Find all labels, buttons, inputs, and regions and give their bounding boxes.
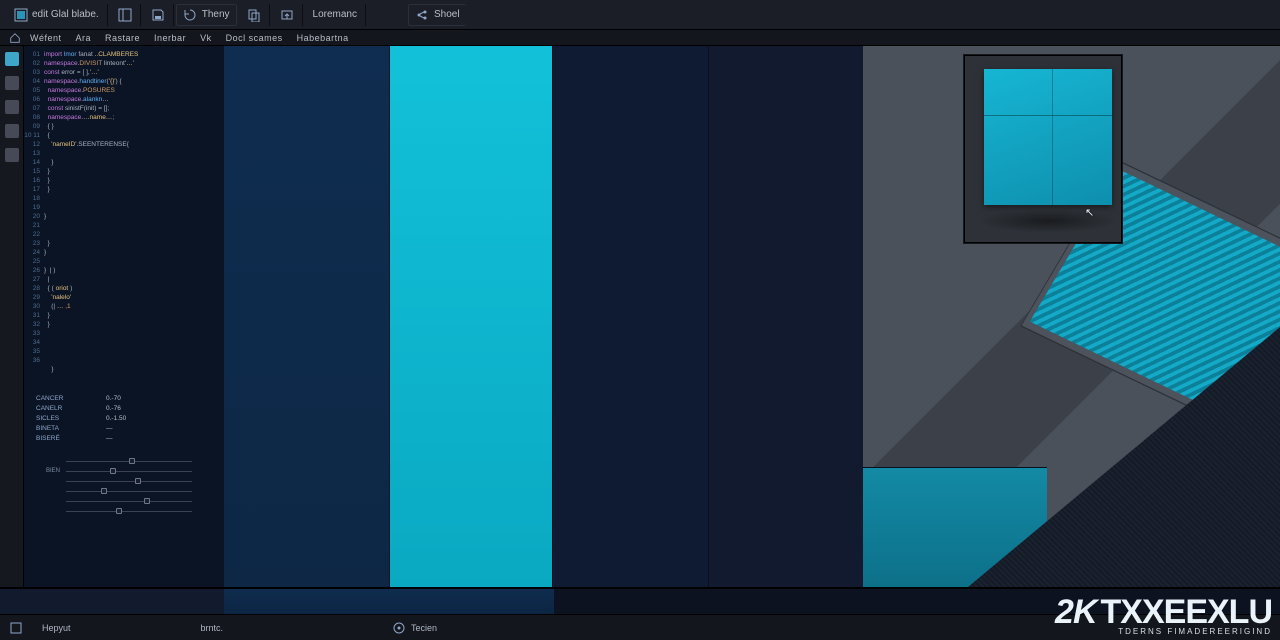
timeline-seg-editor — [0, 589, 224, 614]
status-left-icon[interactable] — [10, 622, 22, 634]
lorem-button[interactable]: Loremanc — [313, 9, 357, 20]
slider-row[interactable]: BIEN — [32, 466, 216, 476]
app-menu-button[interactable]: edit Glal blabe. — [6, 4, 108, 26]
menu-item-2[interactable]: Rastare — [105, 33, 140, 43]
slider-row[interactable] — [32, 506, 216, 516]
refresh-icon — [183, 8, 197, 22]
status-right-icon[interactable] — [393, 622, 405, 634]
timeline-seg-rest — [554, 589, 1280, 614]
var-row: SICLES0.-1.50 — [36, 414, 220, 424]
top-toolbar: edit Glal blabe. Theny Loremanc Shoel — [0, 0, 1280, 30]
sliders-panel: BIEN — [24, 456, 224, 524]
slider-row[interactable] — [32, 496, 216, 506]
viewport[interactable]: ↖ — [224, 46, 1280, 587]
menu-bar: Wéfent Ara Rastare Inerbar Vk Docl scame… — [0, 30, 1280, 46]
status-left-label: Hepyut — [42, 623, 71, 633]
slider-row[interactable] — [32, 456, 216, 466]
show-button-label: Shoel — [434, 9, 460, 20]
menu-item-5[interactable]: Docl scames — [226, 33, 283, 43]
toolbar-title: edit Glal blabe. — [32, 9, 99, 20]
cursor-icon: ↖ — [1085, 206, 1094, 219]
palette-slab-navy — [552, 46, 708, 587]
slider-row[interactable] — [32, 486, 216, 496]
layout-icon[interactable] — [118, 8, 132, 22]
menu-item-0[interactable]: Wéfent — [30, 33, 62, 43]
slider-row[interactable] — [32, 476, 216, 486]
render-3d[interactable]: ↖ — [863, 46, 1280, 587]
save-icon[interactable] — [151, 8, 165, 22]
app-icon — [14, 8, 28, 22]
home-icon[interactable] — [9, 32, 21, 44]
activity-explorer-icon[interactable] — [5, 52, 19, 66]
activity-ext-icon[interactable] — [5, 148, 19, 162]
status-mid-label: brntc. — [201, 623, 224, 633]
var-row: CANELR0.-76 — [36, 404, 220, 414]
code-editor[interactable]: 01 02 03 04 05 06 07 08 09 10 11 12 13 1… — [24, 46, 224, 587]
activity-search-icon[interactable] — [5, 76, 19, 90]
menu-item-6[interactable]: Habebartna — [297, 33, 349, 43]
menu-item-1[interactable]: Ara — [76, 33, 92, 43]
var-row: BINETA— — [36, 424, 220, 434]
preview-cube-shadow — [976, 209, 1120, 233]
show-button[interactable]: Shoel — [408, 4, 466, 26]
var-row: BISERÉ— — [36, 434, 220, 444]
timeline[interactable] — [0, 588, 1280, 614]
export-icon[interactable] — [280, 8, 294, 22]
variables-panel: CANCER0.-70CANELR0.-76SICLES0.-1.50BINET… — [24, 392, 224, 446]
activity-debug-icon[interactable] — [5, 124, 19, 138]
var-row: CANCER0.-70 — [36, 394, 220, 404]
theme-button[interactable]: Theny — [176, 4, 237, 26]
preview-cube-face — [984, 69, 1112, 205]
activity-bar — [0, 46, 24, 587]
menu-item-4[interactable]: Vk — [200, 33, 212, 43]
main-area: 01 02 03 04 05 06 07 08 09 10 11 12 13 1… — [0, 46, 1280, 587]
menu-item-3[interactable]: Inerbar — [154, 33, 186, 43]
status-right-label: Tecien — [411, 623, 437, 633]
copy-icon[interactable] — [247, 8, 261, 22]
palette-slab-deepblue — [224, 46, 389, 587]
preview-cube-frame[interactable] — [963, 54, 1123, 244]
timeline-seg-blue — [224, 589, 554, 614]
status-bar: Hepyut brntc. Tecien — [0, 614, 1280, 640]
share-icon — [415, 8, 429, 22]
palette-slab-navy2 — [708, 46, 863, 587]
theme-button-label: Theny — [202, 9, 230, 20]
activity-scm-icon[interactable] — [5, 100, 19, 114]
palette-slab-cyan — [389, 46, 552, 587]
